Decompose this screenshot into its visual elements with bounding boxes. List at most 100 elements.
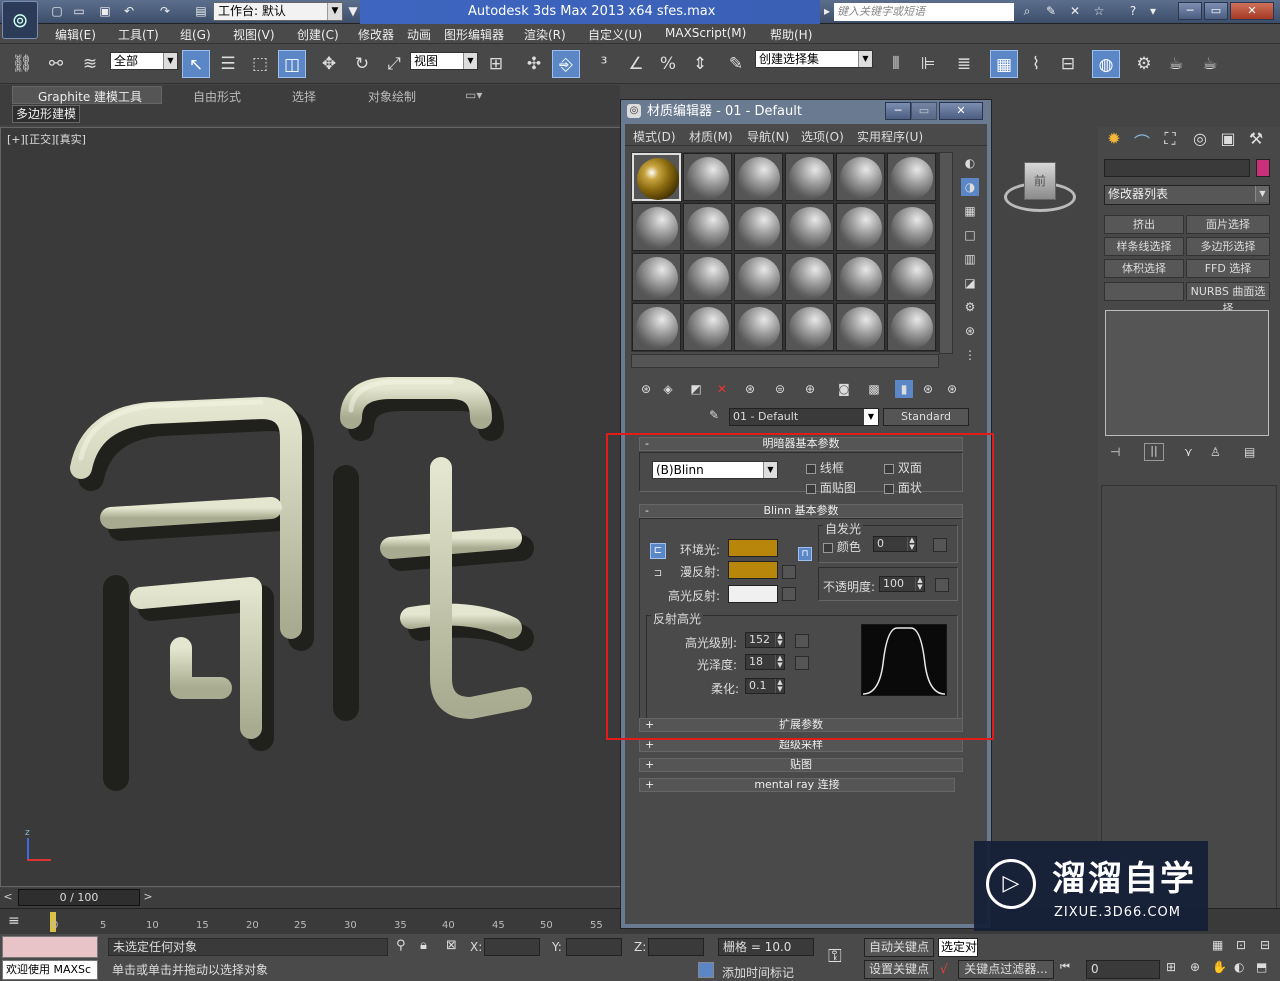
binoculars-icon[interactable]: ⌕ bbox=[1018, 3, 1036, 20]
menu-edit[interactable]: 编辑(E) bbox=[55, 26, 96, 43]
perspective-viewport[interactable]: [+][正交][真实] z bbox=[0, 127, 622, 887]
ribbon-tab-selection[interactable]: 选择 bbox=[292, 88, 316, 105]
angle-snap-icon[interactable]: ∠ bbox=[622, 50, 650, 78]
material-sample-slot[interactable] bbox=[785, 303, 834, 351]
make-unique-icon[interactable]: ⋎ bbox=[1184, 445, 1193, 459]
menu-rendering[interactable]: 渲染(R) bbox=[524, 26, 566, 43]
options-icon[interactable]: ⚙ bbox=[961, 298, 979, 316]
show-end-result-me-icon[interactable]: ▮ bbox=[895, 380, 913, 398]
align-icon[interactable]: ⊫ bbox=[914, 50, 942, 78]
volume-select-button[interactable]: 体积选择 bbox=[1104, 259, 1184, 278]
current-frame-field[interactable]: 0 bbox=[1086, 960, 1160, 979]
rect-region-icon[interactable]: ⬚ bbox=[246, 50, 274, 78]
ribbon-options-icon[interactable]: ▭▾ bbox=[465, 88, 482, 102]
material-id-channel-icon[interactable]: ◙ bbox=[835, 380, 853, 398]
communication-icon[interactable]: ✕ bbox=[1066, 3, 1084, 20]
key-filters-icon[interactable]: √ bbox=[940, 962, 948, 976]
graphite-toggle-icon[interactable]: ▦ bbox=[990, 50, 1018, 78]
spline-select-button[interactable]: 样条线选择 bbox=[1104, 237, 1184, 256]
maximize-viewport-icon[interactable]: ⬒ bbox=[1256, 960, 1267, 974]
subscription-icon[interactable]: ✎ bbox=[1042, 3, 1060, 20]
me-menu-modes[interactable]: 模式(D) bbox=[633, 128, 676, 145]
curve-editor-icon[interactable]: ⌇ bbox=[1022, 50, 1050, 78]
ffd-select-button[interactable]: FFD 选择 bbox=[1186, 259, 1270, 278]
3d-text-model[interactable] bbox=[61, 358, 551, 798]
maxscript-listener-pink[interactable] bbox=[2, 936, 98, 958]
reference-coord-select[interactable]: 视图 ▼ bbox=[410, 52, 478, 70]
favorites-icon[interactable]: ☆ bbox=[1090, 3, 1108, 20]
minimize-button[interactable]: ─ bbox=[1178, 2, 1202, 20]
poly-select-button[interactable]: 多边形选择 bbox=[1186, 237, 1270, 256]
isolate-icon[interactable]: ⚲ bbox=[396, 938, 406, 953]
redo-icon[interactable]: ↷ bbox=[156, 3, 174, 20]
configure-sets-icon[interactable]: ▤ bbox=[1244, 445, 1255, 459]
select-by-name-icon[interactable]: ☰ bbox=[214, 50, 242, 78]
material-editor-title-bar[interactable]: ◎ 材质编辑器 - 01 - Default ─ ▭ ✕ bbox=[621, 100, 991, 124]
pan-icon[interactable]: ✋ bbox=[1212, 960, 1227, 974]
me-maximize-button[interactable]: ▭ bbox=[911, 102, 937, 120]
zoom-all-icon[interactable]: ▦ bbox=[1212, 938, 1223, 952]
pin-stack-icon[interactable]: ⊣ bbox=[1110, 445, 1120, 459]
menu-maxscript[interactable]: MAXScript(M) bbox=[665, 26, 746, 40]
scale-icon[interactable]: ⤢ bbox=[380, 50, 408, 78]
save-icon[interactable]: ▣ bbox=[96, 3, 114, 20]
menu-graph-editors[interactable]: 图形编辑器 bbox=[444, 26, 504, 43]
material-sample-slot[interactable] bbox=[887, 203, 936, 251]
me-menu-options[interactable]: 选项(O) bbox=[801, 128, 844, 145]
material-sample-slot[interactable] bbox=[785, 203, 834, 251]
material-sample-slot[interactable] bbox=[683, 253, 732, 301]
prev-frame-button[interactable]: < bbox=[0, 890, 16, 906]
material-sample-slot[interactable] bbox=[785, 153, 834, 201]
zoom-extents-icon[interactable]: ⊡ bbox=[1236, 938, 1246, 952]
menu-modifiers[interactable]: 修改器 bbox=[358, 26, 394, 43]
make-unique-material-icon[interactable]: ⊜ bbox=[771, 380, 789, 398]
me-minimize-button[interactable]: ─ bbox=[885, 102, 911, 120]
ribbon-subtab-polygon[interactable]: 多边形建模 bbox=[12, 105, 80, 123]
nurbs-surface-select-button[interactable]: NURBS 曲面选择 bbox=[1186, 282, 1270, 315]
pivot-center-icon[interactable]: ⊞ bbox=[482, 50, 510, 78]
menu-create[interactable]: 创建(C) bbox=[297, 26, 339, 43]
material-map-navigator-icon[interactable]: ⋮ bbox=[961, 346, 979, 364]
material-sample-slot[interactable] bbox=[683, 303, 732, 351]
time-slider[interactable]: < 0 / 100 > bbox=[0, 888, 622, 908]
motion-tab-icon[interactable]: ◎ bbox=[1188, 129, 1212, 151]
me-menu-utilities[interactable]: 实用程序(U) bbox=[857, 128, 923, 145]
me-menu-material[interactable]: 材质(M) bbox=[689, 128, 733, 145]
put-material-icon[interactable]: ◈ bbox=[659, 380, 677, 398]
material-sample-slot[interactable] bbox=[836, 203, 885, 251]
render-setup-icon[interactable]: ⚙ bbox=[1130, 50, 1158, 78]
hierarchy-tab-icon[interactable]: ⛶ bbox=[1158, 129, 1182, 151]
orbit-icon[interactable]: ◐ bbox=[1234, 960, 1244, 974]
go-forward-sibling-icon[interactable]: ⊛ bbox=[943, 380, 961, 398]
show-end-result-icon[interactable]: || bbox=[1144, 443, 1164, 461]
utilities-tab-icon[interactable]: ⚒ bbox=[1244, 129, 1268, 151]
z-coord-field[interactable] bbox=[648, 938, 704, 956]
keyboard-shortcut-icon[interactable]: ⎆ bbox=[552, 50, 580, 78]
show-shaded-map-icon[interactable]: ▩ bbox=[865, 380, 883, 398]
search-input[interactable]: 键入关键字或短语 bbox=[834, 3, 1014, 21]
menu-help[interactable]: 帮助(H) bbox=[770, 26, 812, 43]
layer-manager-icon[interactable]: ≣ bbox=[950, 50, 978, 78]
zoom-icon[interactable]: ⊕ bbox=[1190, 960, 1200, 974]
edit-named-selection-icon[interactable]: ✎ bbox=[722, 50, 750, 78]
ribbon-tab-object-paint[interactable]: 对象绘制 bbox=[368, 88, 416, 105]
maximize-button[interactable]: ▭ bbox=[1204, 2, 1228, 20]
field-of-view-icon[interactable]: ⊟ bbox=[1260, 938, 1270, 952]
create-tab-icon[interactable]: ✹ bbox=[1102, 129, 1126, 151]
object-color-swatch[interactable] bbox=[1256, 159, 1270, 177]
uv-tiling-icon[interactable]: □ bbox=[961, 226, 979, 244]
modifier-list-select[interactable]: 修改器列表 ▼ bbox=[1104, 185, 1270, 205]
sample-horizontal-scrollbar[interactable] bbox=[631, 354, 939, 368]
set-key-button[interactable]: 设置关键点 bbox=[864, 960, 934, 979]
material-sample-slot[interactable] bbox=[734, 303, 783, 351]
menu-customize[interactable]: 自定义(U) bbox=[588, 26, 642, 43]
link-icon[interactable]: ⛓ bbox=[8, 50, 36, 78]
percent-snap-icon[interactable]: % bbox=[654, 50, 682, 78]
sample-vertical-scrollbar[interactable] bbox=[939, 152, 953, 354]
material-sample-slot[interactable] bbox=[734, 153, 783, 201]
menu-animation[interactable]: 动画 bbox=[407, 26, 431, 43]
video-color-check-icon[interactable]: ▥ bbox=[961, 250, 979, 268]
key-filters-button[interactable]: 关键点过滤器... bbox=[958, 960, 1054, 979]
app-logo-icon[interactable]: ⊚ bbox=[2, 1, 38, 39]
material-sample-slot[interactable] bbox=[683, 203, 732, 251]
